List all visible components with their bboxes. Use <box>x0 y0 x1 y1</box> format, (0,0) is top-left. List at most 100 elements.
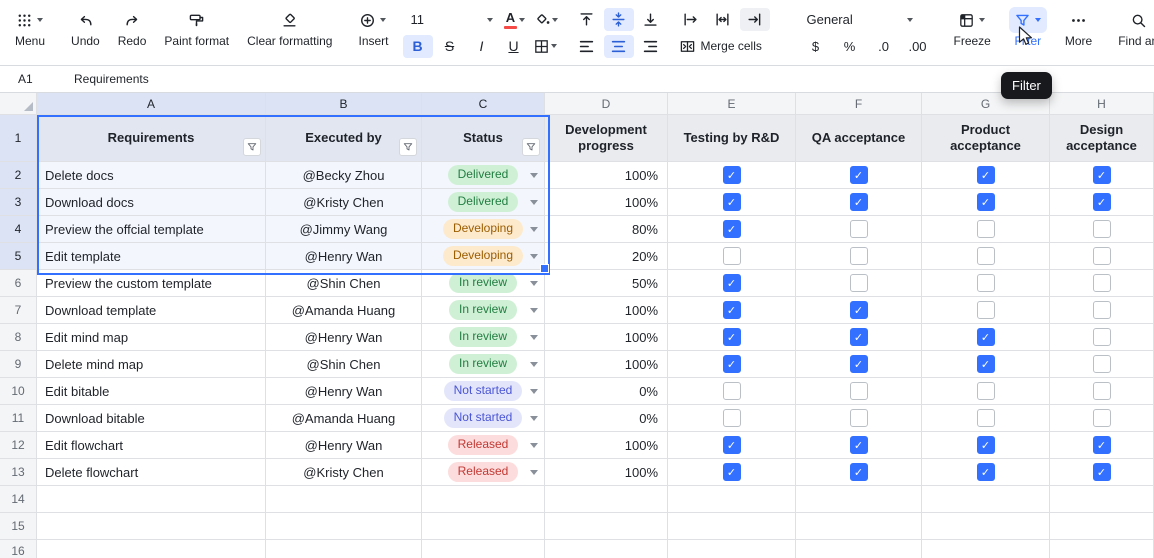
cell-acceptance[interactable] <box>1050 297 1154 324</box>
cell-acceptance[interactable]: ✓ <box>668 432 796 459</box>
cell-acceptance[interactable]: ✓ <box>668 189 796 216</box>
checkbox-checked[interactable]: ✓ <box>723 274 741 292</box>
row-header-2[interactable]: 2 <box>0 162 37 189</box>
insert-button[interactable]: Insert <box>349 3 397 48</box>
checkbox-checked[interactable]: ✓ <box>977 355 995 373</box>
cell-requirement[interactable]: Edit template <box>37 243 266 270</box>
checkbox-checked[interactable]: ✓ <box>850 328 868 346</box>
cell-acceptance[interactable] <box>668 378 796 405</box>
checkbox-checked[interactable]: ✓ <box>977 436 995 454</box>
checkbox-checked[interactable]: ✓ <box>723 436 741 454</box>
row-header-1[interactable]: 1 <box>0 115 37 162</box>
status-dropdown-icon[interactable] <box>530 308 538 313</box>
row-header-4[interactable]: 4 <box>0 216 37 243</box>
status-dropdown-icon[interactable] <box>530 254 538 259</box>
cell-progress[interactable]: 100% <box>545 162 668 189</box>
row-header-15[interactable]: 15 <box>0 513 37 540</box>
checkbox-unchecked[interactable] <box>723 409 741 427</box>
empty-cell[interactable] <box>1050 486 1154 513</box>
cell-progress[interactable]: 50% <box>545 270 668 297</box>
row-header-12[interactable]: 12 <box>0 432 37 459</box>
column-header-f[interactable]: F <box>796 93 922 115</box>
empty-cell[interactable] <box>266 513 422 540</box>
checkbox-checked[interactable]: ✓ <box>850 301 868 319</box>
merge-cells-button[interactable]: Merge cells <box>676 34 766 58</box>
checkbox-checked[interactable]: ✓ <box>723 355 741 373</box>
cell-progress[interactable]: 100% <box>545 459 668 486</box>
text-wrap-button[interactable] <box>708 8 738 31</box>
cell-acceptance[interactable]: ✓ <box>668 297 796 324</box>
italic-button[interactable]: I <box>467 35 497 58</box>
table-header-cell[interactable]: Testing by R&D <box>668 115 796 162</box>
filter-button[interactable]: Filter <box>1000 3 1056 48</box>
cell-acceptance[interactable] <box>1050 324 1154 351</box>
align-middle-button[interactable] <box>604 8 634 31</box>
cell-status[interactable]: Not started <box>422 378 545 405</box>
cell-acceptance[interactable] <box>922 243 1050 270</box>
align-bottom-button[interactable] <box>636 8 666 31</box>
cell-acceptance[interactable]: ✓ <box>922 324 1050 351</box>
checkbox-unchecked[interactable] <box>723 247 741 265</box>
paint-format-button[interactable]: Paint format <box>155 3 238 48</box>
checkbox-unchecked[interactable] <box>977 409 995 427</box>
checkbox-unchecked[interactable] <box>850 247 868 265</box>
header-filter-button[interactable] <box>399 138 417 156</box>
checkbox-checked[interactable]: ✓ <box>723 301 741 319</box>
checkbox-unchecked[interactable] <box>977 220 995 238</box>
borders-button[interactable] <box>531 35 561 58</box>
checkbox-unchecked[interactable] <box>850 382 868 400</box>
header-filter-button[interactable] <box>243 138 261 156</box>
cell-acceptance[interactable] <box>668 243 796 270</box>
cell-acceptance[interactable]: ✓ <box>668 324 796 351</box>
cell-status[interactable]: In review <box>422 270 545 297</box>
cell-requirement[interactable]: Download template <box>37 297 266 324</box>
checkbox-checked[interactable]: ✓ <box>1093 193 1111 211</box>
checkbox-unchecked[interactable] <box>1093 382 1111 400</box>
cell-executed-by[interactable]: @Henry Wan <box>266 432 422 459</box>
cell-acceptance[interactable] <box>796 243 922 270</box>
status-dropdown-icon[interactable] <box>530 173 538 178</box>
status-dropdown-icon[interactable] <box>530 335 538 340</box>
cell-progress[interactable]: 20% <box>545 243 668 270</box>
cell-progress[interactable]: 100% <box>545 297 668 324</box>
cell-progress[interactable]: 100% <box>545 432 668 459</box>
align-right-button[interactable] <box>636 35 666 58</box>
empty-cell[interactable] <box>796 540 922 558</box>
empty-cell[interactable] <box>796 486 922 513</box>
cell-executed-by[interactable]: @Amanda Huang <box>266 405 422 432</box>
checkbox-unchecked[interactable] <box>977 247 995 265</box>
row-header-3[interactable]: 3 <box>0 189 37 216</box>
empty-cell[interactable] <box>266 540 422 558</box>
cell-acceptance[interactable]: ✓ <box>796 189 922 216</box>
row-header-5[interactable]: 5 <box>0 243 37 270</box>
cell-executed-by[interactable]: @Becky Zhou <box>266 162 422 189</box>
text-overflow-button[interactable] <box>676 8 706 31</box>
cell-acceptance[interactable]: ✓ <box>668 270 796 297</box>
cell-status[interactable]: Delivered <box>422 162 545 189</box>
font-size-select[interactable]: 11 <box>403 8 498 32</box>
status-dropdown-icon[interactable] <box>530 470 538 475</box>
empty-cell[interactable] <box>266 486 422 513</box>
checkbox-checked[interactable]: ✓ <box>723 166 741 184</box>
empty-cell[interactable] <box>922 540 1050 558</box>
cell-reference[interactable]: A1 <box>0 72 70 86</box>
cell-executed-by[interactable]: @Shin Chen <box>266 351 422 378</box>
number-format-select[interactable]: General <box>800 8 918 32</box>
cell-requirement[interactable]: Edit bitable <box>37 378 266 405</box>
checkbox-unchecked[interactable] <box>1093 220 1111 238</box>
cell-status[interactable]: Released <box>422 459 545 486</box>
empty-cell[interactable] <box>796 513 922 540</box>
cell-acceptance[interactable]: ✓ <box>796 297 922 324</box>
checkbox-unchecked[interactable] <box>1093 328 1111 346</box>
cell-acceptance[interactable]: ✓ <box>922 432 1050 459</box>
checkbox-unchecked[interactable] <box>1093 247 1111 265</box>
row-header-9[interactable]: 9 <box>0 351 37 378</box>
cell-executed-by[interactable]: @Kristy Chen <box>266 189 422 216</box>
cell-acceptance[interactable]: ✓ <box>668 351 796 378</box>
checkbox-checked[interactable]: ✓ <box>723 193 741 211</box>
align-left-button[interactable] <box>572 35 602 58</box>
checkbox-unchecked[interactable] <box>977 382 995 400</box>
empty-cell[interactable] <box>668 486 796 513</box>
table-header-cell[interactable]: Status <box>422 115 545 162</box>
status-dropdown-icon[interactable] <box>530 443 538 448</box>
